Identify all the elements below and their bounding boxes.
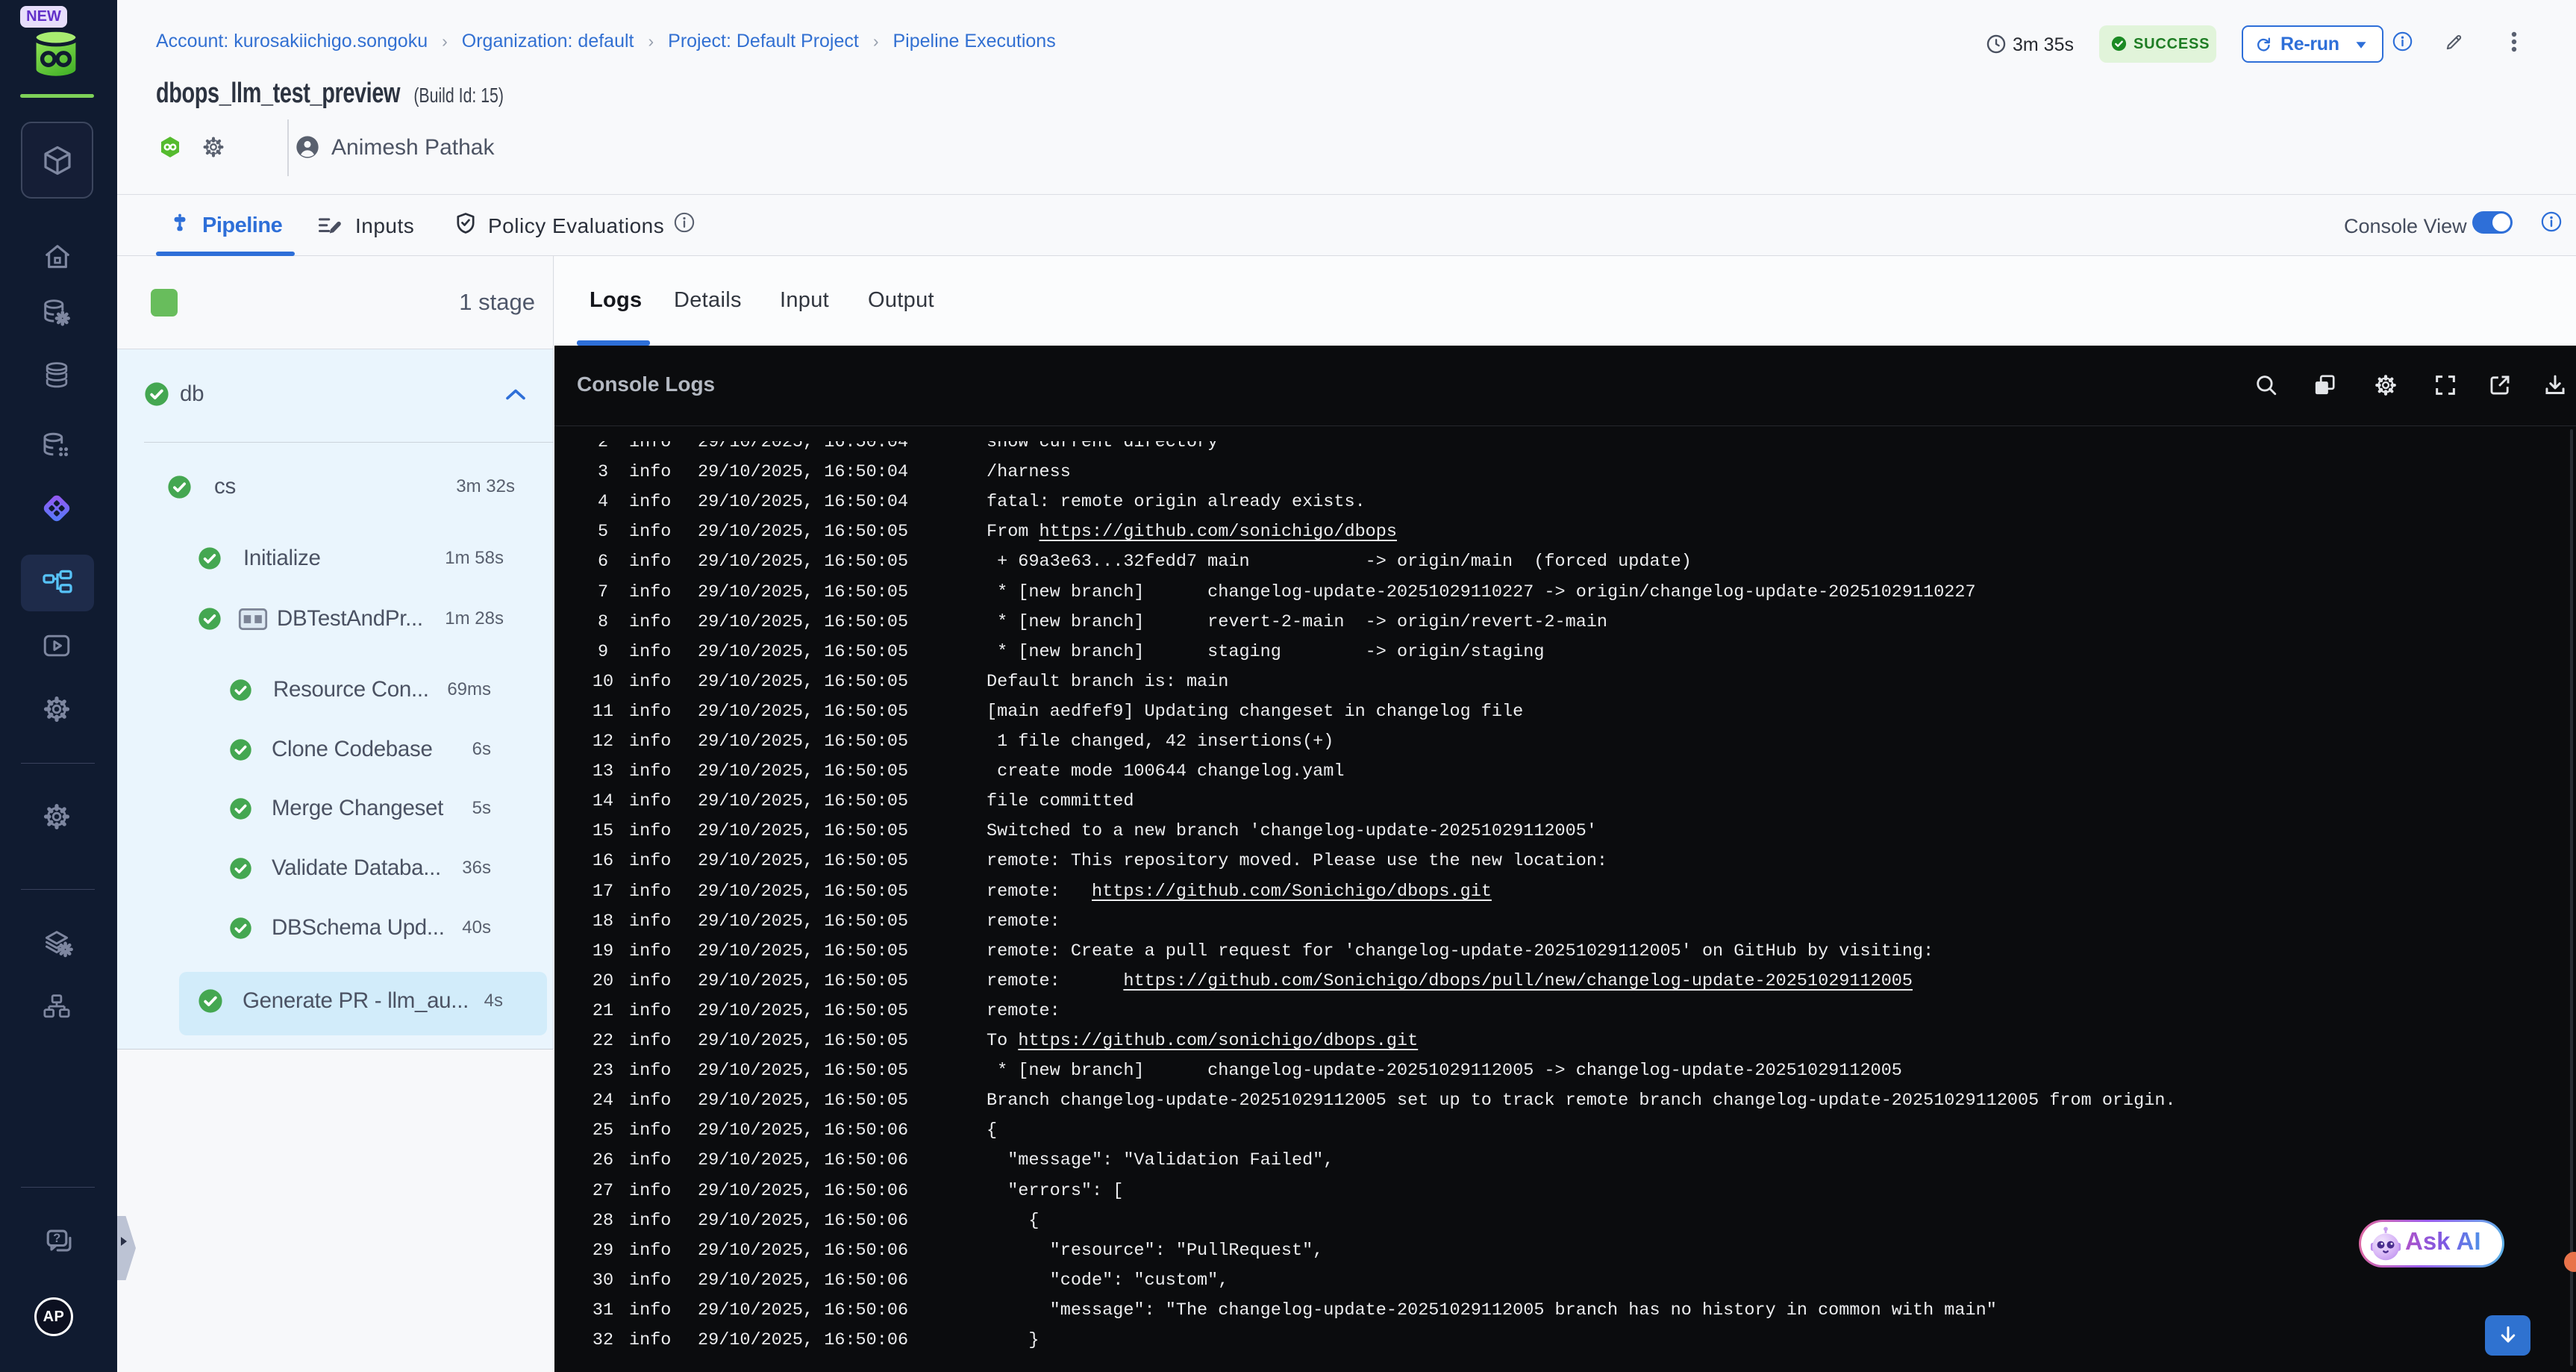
svg-text:?: ?: [53, 1232, 60, 1245]
